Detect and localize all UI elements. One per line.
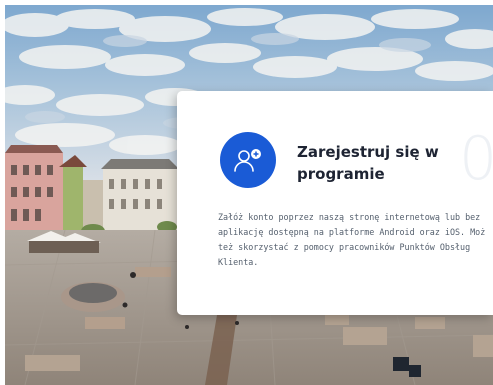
card-description: Załóż konto poprzez naszą stronę interne… — [218, 210, 493, 270]
page: 0 Zarejestruj się w programie Załóż kont… — [0, 0, 493, 385]
description-line: Załóż konto poprzez naszą stronę interne… — [218, 212, 481, 222]
description-line: Klienta. — [218, 257, 259, 267]
description-line: aplikację dostępną na platforme Android … — [218, 227, 486, 237]
user-add-icon — [220, 132, 276, 188]
registration-step-card: 0 Zarejestruj się w programie Załóż kont… — [177, 91, 493, 315]
card-title: Zarejestruj się w programie — [297, 143, 439, 183]
description-line: też skorzystać z pomocy pracowników Punk… — [218, 242, 471, 252]
